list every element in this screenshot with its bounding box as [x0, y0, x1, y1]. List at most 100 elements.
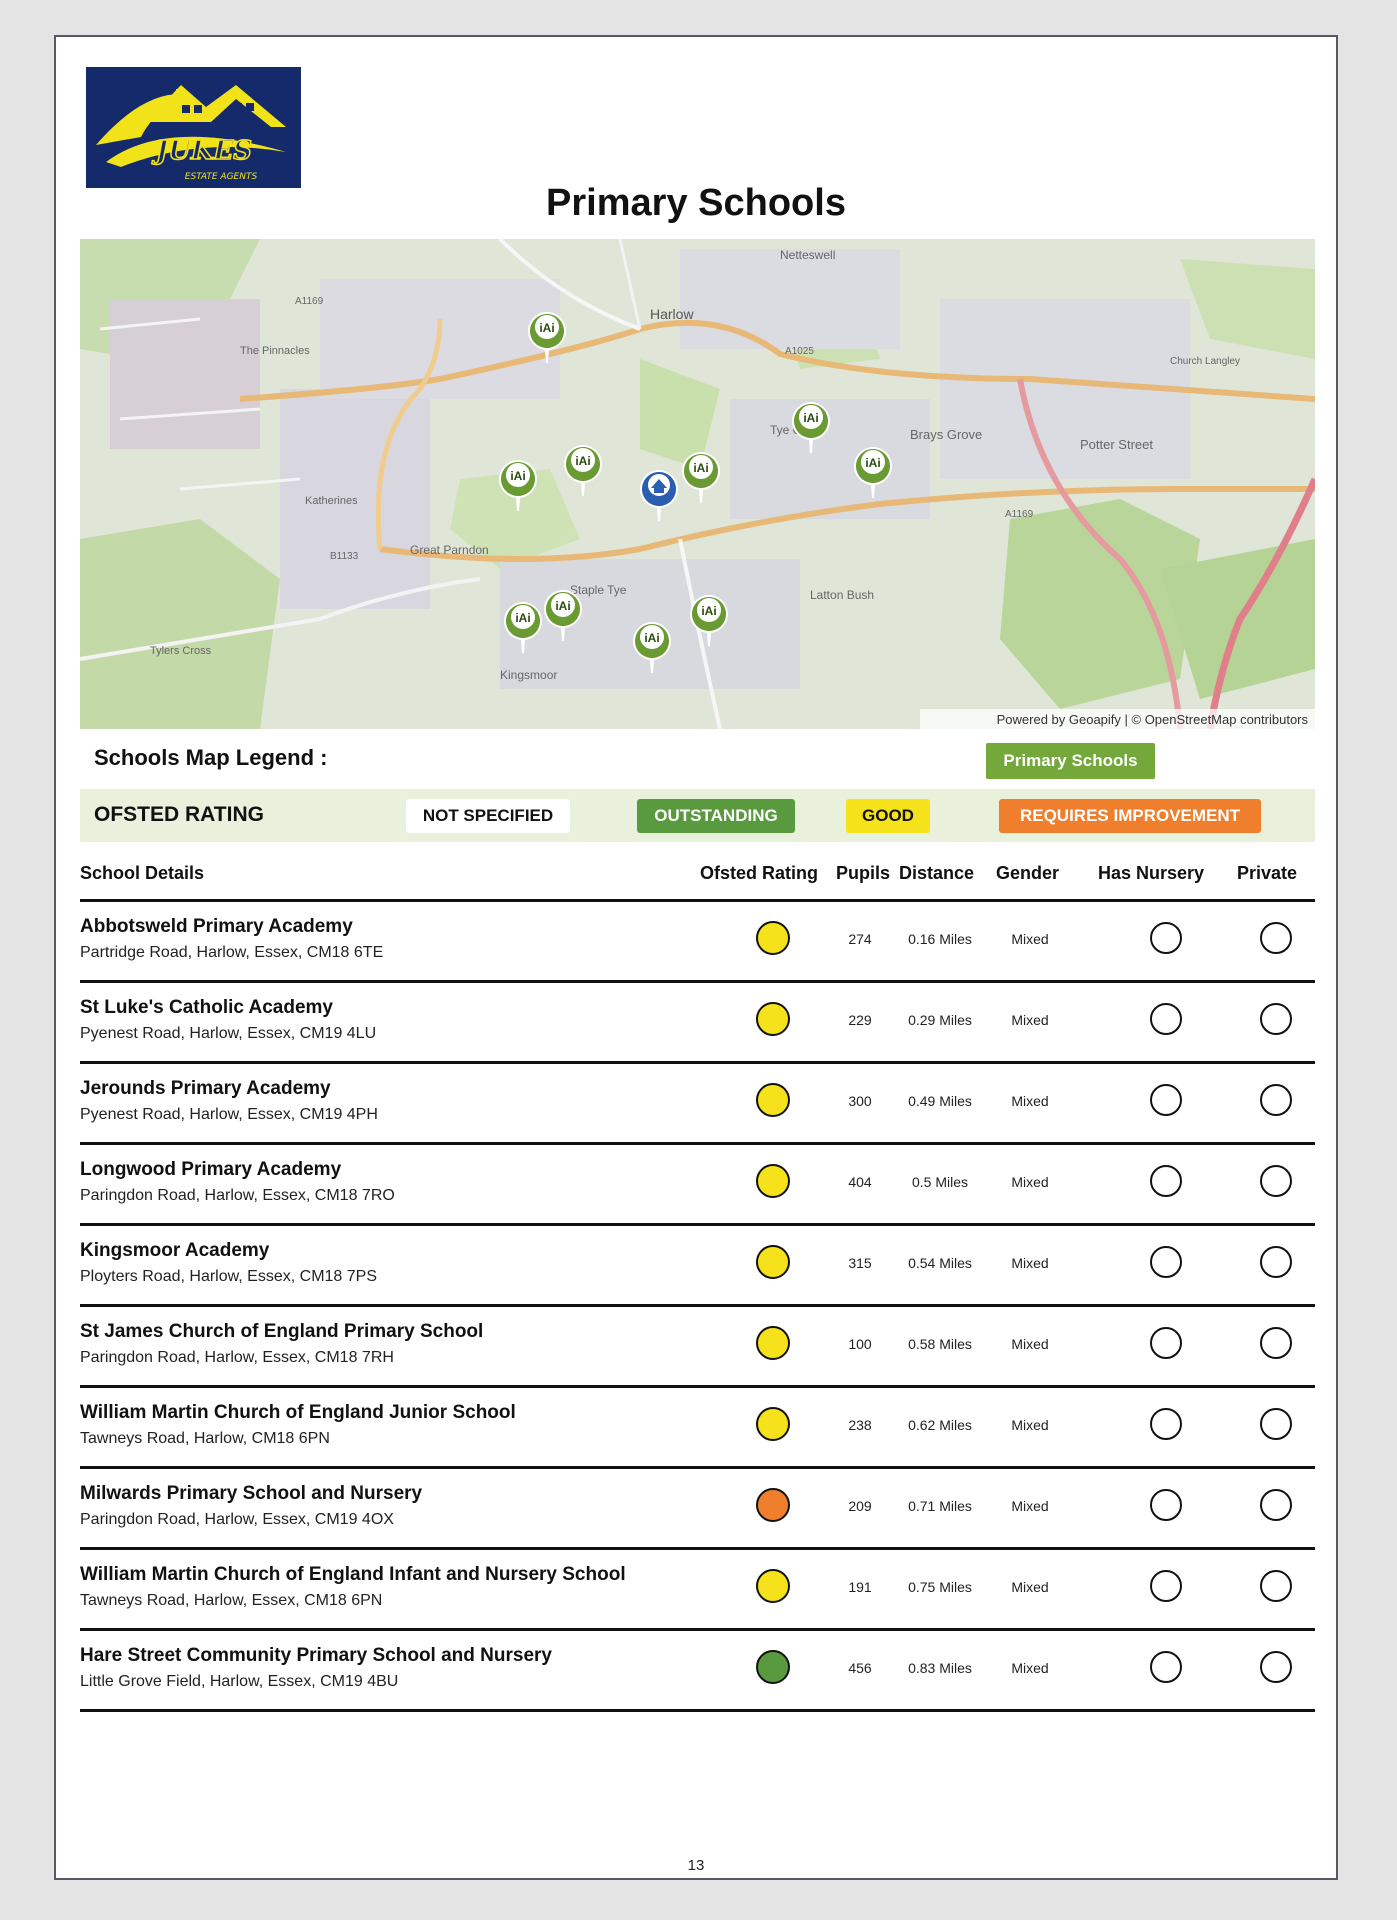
header-has-nursery: Has Nursery [1098, 863, 1205, 883]
distance-value: 0.83 Miles [908, 1660, 972, 1676]
has-nursery-indicator [1150, 1651, 1182, 1683]
ofsted-rating-dot [756, 1569, 790, 1603]
distance-value: 0.29 Miles [908, 1012, 972, 1028]
has-nursery-indicator [1150, 1489, 1182, 1521]
has-nursery-indicator [1150, 922, 1182, 954]
svg-text:iAi: iAi [701, 604, 716, 618]
pupils-value: 300 [848, 1093, 872, 1109]
pupils-value: 404 [848, 1174, 872, 1190]
ofsted-rating-dot [756, 1245, 790, 1279]
pupils-value: 274 [848, 931, 872, 947]
svg-text:iAi: iAi [510, 469, 525, 483]
header-private: Private [1237, 863, 1298, 883]
svg-text:JUKES: JUKES [151, 136, 252, 166]
private-indicator [1260, 1084, 1292, 1116]
svg-text:The Pinnacles: The Pinnacles [240, 345, 310, 357]
table-row: Milwards Primary School and Nursery Parin… [80, 1469, 1315, 1550]
svg-text:Potter Street: Potter Street [1080, 437, 1153, 452]
svg-text:Latton Bush: Latton Bush [810, 588, 874, 602]
has-nursery-indicator [1150, 1084, 1182, 1116]
distance-value: 0.16 Miles [908, 931, 972, 947]
table-row: Hare Street Community Primary School and… [80, 1631, 1315, 1712]
svg-text:A1025: A1025 [785, 346, 814, 357]
distance-value: 0.58 Miles [908, 1336, 972, 1352]
header-gender: Gender [996, 863, 1060, 883]
table-row: Abbotsweld Primary Academy Partridge Road… [80, 902, 1315, 983]
svg-text:iAi: iAi [555, 599, 570, 613]
ofsted-rating-title: OFSTED RATING [94, 803, 264, 826]
private-indicator [1260, 1327, 1292, 1359]
school-name: Kingsmoor Academy [80, 1240, 270, 1261]
header-school-details: School Details [80, 863, 205, 883]
private-indicator [1260, 1246, 1292, 1278]
ofsted-rating-dot [756, 1326, 790, 1360]
legend-label: Schools Map Legend : [94, 745, 328, 770]
private-indicator [1260, 1489, 1292, 1521]
svg-text:Harlow: Harlow [650, 306, 694, 322]
school-name: Abbotsweld Primary Academy [80, 916, 353, 937]
table-row: William Martin Church of England Junior … [80, 1388, 1315, 1469]
private-indicator [1260, 1003, 1292, 1035]
gender-value: Mixed [1011, 1417, 1049, 1433]
table-row: William Martin Church of England Infant … [80, 1550, 1315, 1631]
rating-good: GOOD [846, 799, 930, 833]
pupils-value: 100 [848, 1336, 872, 1352]
school-name: St James Church of England Primary Schoo… [80, 1321, 484, 1342]
has-nursery-indicator [1150, 1003, 1182, 1035]
pupils-value: 229 [848, 1012, 872, 1028]
rating-requires-improvement: REQUIRES IMPROVEMENT [999, 799, 1261, 833]
school-address: Paringdon Road, Harlow, Essex, CM18 7RH [80, 1349, 394, 1366]
gender-value: Mixed [1011, 1093, 1049, 1109]
table-row: Kingsmoor Academy Ployters Road, Harlow, … [80, 1226, 1315, 1307]
svg-text:ESTATE AGENTS: ESTATE AGENTS [185, 172, 258, 182]
school-address: Little Grove Field, Harlow, Essex, CM19 … [80, 1673, 399, 1690]
distance-value: 0.49 Miles [908, 1093, 972, 1109]
svg-text:Great Parndon: Great Parndon [410, 543, 489, 557]
gender-value: Mixed [1011, 1498, 1049, 1514]
school-address: Ployters Road, Harlow, Essex, CM18 7PS [80, 1268, 378, 1285]
pupils-value: 191 [848, 1579, 872, 1595]
school-name: Hare Street Community Primary School and… [80, 1645, 552, 1666]
ofsted-rating-dot [756, 921, 790, 955]
gender-value: Mixed [1011, 1660, 1049, 1676]
school-address: Pyenest Road, Harlow, Essex, CM19 4LU [80, 1025, 377, 1042]
has-nursery-indicator [1150, 1327, 1182, 1359]
distance-value: 0.54 Miles [908, 1255, 972, 1271]
svg-text:Katherines: Katherines [305, 495, 358, 507]
school-name: Longwood Primary Academy [80, 1159, 342, 1180]
svg-text:A1169: A1169 [1005, 509, 1034, 520]
svg-text:B1133: B1133 [330, 551, 359, 562]
ofsted-rating-dot [756, 1650, 790, 1684]
school-address: Paringdon Road, Harlow, Essex, CM19 4OX [80, 1511, 394, 1528]
header-pupils: Pupils [836, 863, 891, 883]
pupils-value: 456 [848, 1660, 872, 1676]
ofsted-rating-legend: OFSTED RATING NOT SPECIFIED OUTSTANDING … [80, 789, 1315, 842]
page-title: Primary Schools [546, 182, 846, 224]
ofsted-rating-dot [756, 1407, 790, 1441]
ofsted-rating-dot [756, 1083, 790, 1117]
company-logo: JUKES ESTATE AGENTS [86, 67, 301, 188]
schools-table-header: School Details Ofsted Rating Pupils Dist… [80, 859, 1315, 902]
rating-outstanding: OUTSTANDING [637, 799, 795, 833]
has-nursery-indicator [1150, 1246, 1182, 1278]
svg-text:Kingsmoor: Kingsmoor [500, 668, 557, 682]
svg-text:iAi: iAi [693, 461, 708, 475]
school-name: Milwards Primary School and Nursery [80, 1483, 423, 1504]
school-address: Tawneys Road, Harlow, Essex, CM18 6PN [80, 1592, 383, 1609]
gender-value: Mixed [1011, 1579, 1049, 1595]
schools-map[interactable]: Harlow Netteswell Brays Grove Potter Str… [80, 239, 1315, 729]
gender-value: Mixed [1011, 1174, 1049, 1190]
ofsted-rating-dot [756, 1164, 790, 1198]
svg-text:Brays Grove: Brays Grove [910, 427, 982, 442]
school-address: Tawneys Road, Harlow, CM18 6PN [80, 1430, 330, 1447]
gender-value: Mixed [1011, 1336, 1049, 1352]
svg-text:Staple Tye: Staple Tye [570, 583, 627, 597]
private-indicator [1260, 922, 1292, 954]
table-row: St Luke's Catholic Academy Pyenest Road, … [80, 983, 1315, 1064]
gender-value: Mixed [1011, 931, 1049, 947]
private-indicator [1260, 1651, 1292, 1683]
schools-table-body: Abbotsweld Primary Academy Partridge Road… [80, 902, 1315, 1712]
svg-text:iAi: iAi [575, 454, 590, 468]
svg-text:iAi: iAi [515, 611, 530, 625]
school-address: Partridge Road, Harlow, Essex, CM18 6TE [80, 944, 384, 961]
